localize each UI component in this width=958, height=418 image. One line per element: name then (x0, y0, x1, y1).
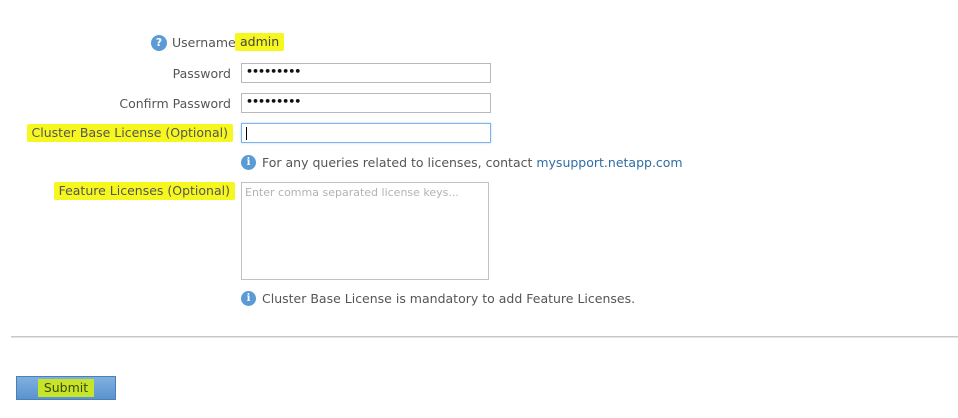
submit-button[interactable]: Submit (16, 376, 116, 400)
feature-licenses-textarea[interactable] (241, 182, 489, 280)
confirm-password-mask: ••••••••• (246, 95, 301, 108)
feature-licenses-label: Feature Licenses (Optional) (53, 182, 235, 200)
username-value: admin (235, 33, 285, 51)
password-label: Password (172, 66, 231, 81)
username-label: Username (172, 35, 236, 50)
question-icon[interactable]: ? (151, 35, 167, 51)
submit-label: Submit (37, 379, 95, 397)
confirm-password-label: Confirm Password (119, 96, 231, 111)
license-info-text: For any queries related to licenses, con… (262, 155, 683, 170)
confirm-password-field[interactable]: ••••••••• (241, 93, 491, 113)
form-divider (11, 336, 958, 338)
text-caret (246, 127, 247, 140)
cluster-base-license-label: Cluster Base License (Optional) (26, 124, 233, 142)
password-field[interactable]: ••••••••• (241, 63, 491, 83)
support-link[interactable]: mysupport.netapp.com (536, 155, 682, 170)
info-icon: i (241, 291, 256, 306)
mandatory-info-text: Cluster Base License is mandatory to add… (262, 291, 636, 306)
license-info-message: For any queries related to licenses, con… (262, 155, 537, 170)
password-mask: ••••••••• (246, 65, 301, 78)
info-icon: i (241, 155, 256, 170)
cluster-base-license-input[interactable] (241, 123, 491, 143)
